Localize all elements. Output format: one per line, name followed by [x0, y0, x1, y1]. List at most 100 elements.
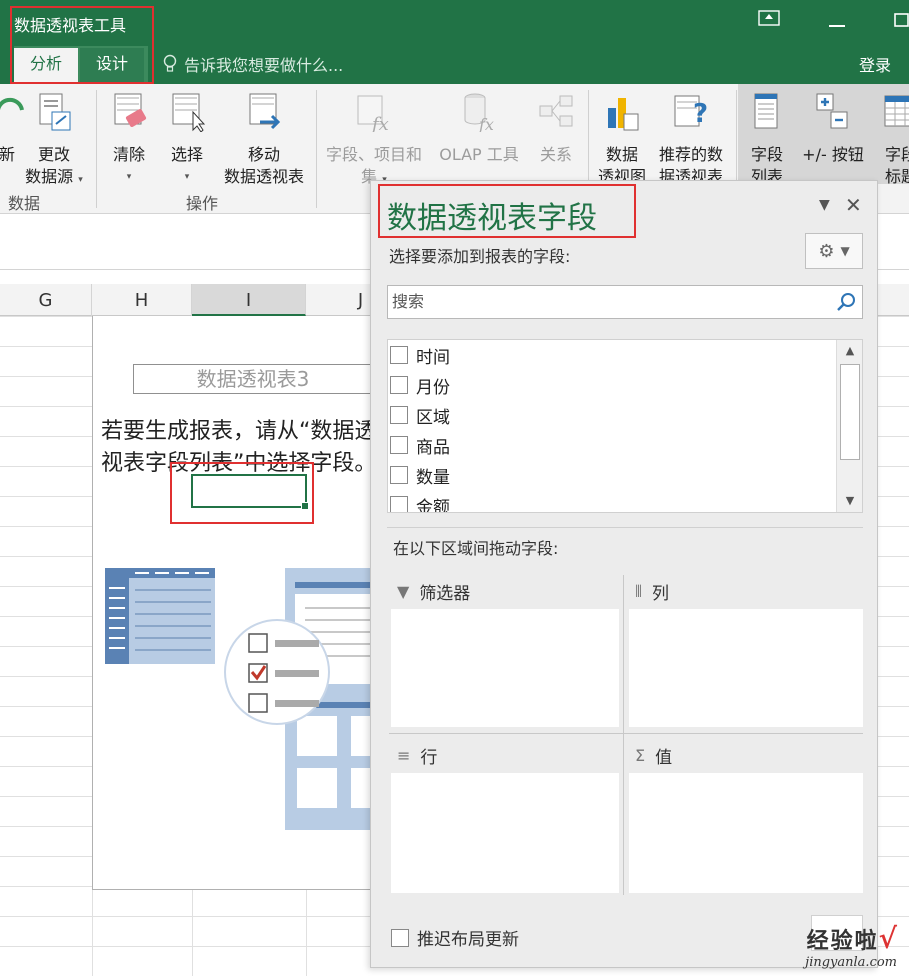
- close-icon[interactable]: ✕: [845, 193, 862, 217]
- clear-label: 清除: [112, 145, 145, 164]
- field-item[interactable]: 区域: [390, 400, 450, 430]
- tell-me-search[interactable]: 告诉我您想要做什么...: [162, 52, 343, 76]
- zone-label-values: 值: [655, 748, 673, 768]
- recommended-pivottables-button[interactable]: ? 推荐的数 据透视表: [652, 92, 730, 188]
- ribbon-display-options-icon[interactable]: [758, 10, 780, 30]
- field-checkbox[interactable]: [390, 406, 408, 424]
- group-separator: [316, 90, 317, 208]
- field-checkbox[interactable]: [390, 436, 408, 454]
- pivotchart-button[interactable]: 数据 透视图: [594, 92, 650, 188]
- watermark-cn: 经验啦: [806, 928, 879, 954]
- zone-label-rows: 行: [420, 748, 438, 768]
- pivottable-name: 数据透视表3: [133, 364, 373, 394]
- highlight-box-context-tabs: [10, 6, 154, 84]
- fx-table-icon: fx: [357, 95, 389, 135]
- field-item[interactable]: 数量: [390, 460, 450, 490]
- scroll-up-icon[interactable]: ▲: [837, 340, 862, 362]
- column-header-h[interactable]: H: [92, 284, 192, 316]
- pane-subtitle: 选择要添加到报表的字段:: [389, 247, 571, 266]
- svg-text:fx: fx: [478, 115, 494, 132]
- field-list: 时间 月份 区域 商品 数量 金额 ▲ ▼: [387, 339, 863, 513]
- defer-layout-update[interactable]: 推迟布局更新: [391, 925, 519, 950]
- change-data-source-label-1: 更改: [37, 145, 70, 164]
- pivot-illustration-table-icon: [105, 568, 215, 664]
- relationships-button[interactable]: 关系: [532, 92, 580, 166]
- olap-tools-button[interactable]: fx OLAP 工具: [432, 92, 526, 166]
- highlight-box-pane-title: [378, 184, 636, 238]
- pivottable-fields-pane: 数据透视表字段 ▼ ✕ 选择要添加到报表的字段: ⚙ ▼ 搜索 时间 月份 区域…: [370, 180, 878, 968]
- zone-label-filters: 筛选器: [419, 584, 471, 604]
- filters-drop-zone[interactable]: [391, 609, 619, 727]
- pivottable-hint-line-1: 若要生成报表，请从“数据透: [101, 419, 377, 444]
- highlight-box-active-cell: [170, 462, 314, 524]
- eraser-icon: [114, 93, 147, 127]
- column-header-g[interactable]: G: [0, 284, 92, 316]
- recommended-pivottables-icon: ?: [674, 95, 708, 129]
- field-label: 数量: [416, 467, 450, 488]
- rows-icon: ≡: [397, 746, 411, 765]
- pivot-illustration-layout-icon: [224, 568, 393, 830]
- login-link[interactable]: 登录: [859, 52, 891, 76]
- zone-divider: [623, 575, 624, 895]
- restore-icon[interactable]: [894, 10, 909, 32]
- field-headers-button[interactable]: 字段 标题: [876, 92, 909, 188]
- pane-settings-button[interactable]: ⚙ ▼: [805, 233, 863, 269]
- field-item[interactable]: 金额: [390, 490, 450, 513]
- columns-drop-zone[interactable]: [629, 609, 863, 727]
- defer-checkbox[interactable]: [391, 928, 409, 947]
- clear-button[interactable]: 清除 ▾: [104, 92, 154, 188]
- field-item[interactable]: 月份: [390, 370, 450, 400]
- relationships-label: 关系: [539, 145, 572, 164]
- tell-me-text: 告诉我您想要做什么...: [184, 56, 344, 75]
- field-checkbox[interactable]: [390, 376, 408, 394]
- watermark: 经验啦√ jingyanla.com: [805, 922, 897, 970]
- move-pivottable-label-1: 移动: [247, 145, 280, 164]
- pivottable-placeholder[interactable]: 数据透视表3 若要生成报表，请从“数据透 视表字段列表”中选择字段。: [92, 316, 393, 890]
- group-label-data: 数据: [8, 194, 41, 213]
- field-list-icon: [754, 93, 778, 129]
- zone-header-filters: ▼ 筛选器: [397, 579, 470, 604]
- plus-minus-label: +/- 按钮: [802, 145, 864, 164]
- field-checkbox[interactable]: [390, 346, 408, 364]
- field-label: 月份: [416, 377, 450, 398]
- field-label: 区域: [416, 407, 450, 428]
- field-item[interactable]: 时间: [390, 340, 450, 370]
- column-header-i[interactable]: I: [192, 284, 306, 316]
- search-icon[interactable]: [836, 292, 856, 312]
- minimize-icon[interactable]: [828, 14, 846, 33]
- filter-icon: ▼: [397, 582, 410, 601]
- field-search-input[interactable]: 搜索: [387, 285, 863, 319]
- zone-header-columns: ⦀ 列: [635, 579, 669, 605]
- plus-minus-buttons-button[interactable]: +/- 按钮: [796, 92, 870, 166]
- svg-text:?: ?: [693, 99, 708, 129]
- scroll-thumb[interactable]: [840, 364, 860, 460]
- pivotchart-icon: [608, 98, 639, 131]
- field-list-button[interactable]: 字段 列表: [742, 92, 792, 188]
- field-item[interactable]: 商品: [390, 430, 450, 460]
- section-divider: [387, 527, 863, 528]
- fields-items-sets-button[interactable]: fx 字段、项目和 集 ▾: [318, 92, 430, 191]
- move-pivottable-button[interactable]: 移动 数据透视表: [216, 92, 312, 188]
- watermark-en: jingyanla.com: [805, 955, 897, 970]
- field-checkbox[interactable]: [390, 496, 408, 512]
- gear-icon: ⚙: [818, 240, 835, 262]
- field-label: 时间: [416, 347, 450, 368]
- columns-icon: ⦀: [635, 581, 643, 601]
- lightbulb-icon: [163, 54, 177, 72]
- rows-drop-zone[interactable]: [391, 773, 619, 893]
- pane-options-chevron-icon[interactable]: ▼: [819, 197, 830, 213]
- change-data-source-button[interactable]: 更改 数据源 ▾: [18, 92, 90, 191]
- sigma-icon: Σ: [635, 746, 646, 765]
- zone-header-values: Σ值: [635, 743, 672, 768]
- values-drop-zone[interactable]: [629, 773, 863, 893]
- field-list-scrollbar[interactable]: ▲ ▼: [836, 340, 862, 512]
- drag-fields-label: 在以下区域间拖动字段:: [393, 539, 559, 558]
- move-pivottable-label-2: 数据透视表: [223, 167, 304, 186]
- chevron-down-icon: ▾: [184, 172, 190, 182]
- select-button[interactable]: 选择 ▾: [162, 92, 212, 188]
- chevron-down-icon: ▾: [78, 175, 83, 185]
- field-label: 金额: [416, 497, 450, 513]
- zone-header-rows: ≡ 行: [397, 743, 437, 768]
- scroll-down-icon[interactable]: ▼: [837, 490, 862, 512]
- field-checkbox[interactable]: [390, 466, 408, 484]
